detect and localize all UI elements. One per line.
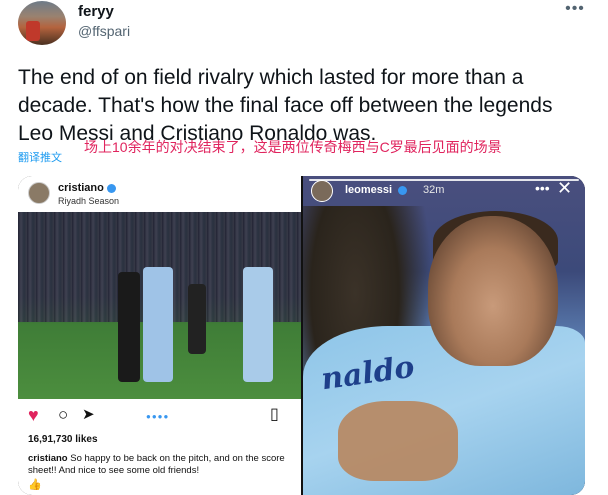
tweet-media[interactable]: cristiano Riyadh Season ♥ ○ ➤ ●●●● ▯ 16,… bbox=[18, 176, 585, 495]
close-icon[interactable]: ✕ bbox=[557, 178, 572, 199]
ig-photo bbox=[18, 212, 301, 399]
bookmark-icon[interactable]: ▯ bbox=[270, 406, 279, 424]
carousel-dots: ●●●● bbox=[146, 412, 170, 421]
heart-icon[interactable]: ♥ bbox=[28, 406, 39, 424]
story-username: leomessi bbox=[345, 184, 408, 196]
ig-avatar bbox=[28, 182, 50, 204]
ig-action-bar: ♥ ○ ➤ ●●●● ▯ bbox=[18, 404, 301, 428]
more-horizontal-icon[interactable]: ••• bbox=[564, 0, 586, 20]
hand bbox=[338, 401, 458, 481]
handle[interactable]: @ffspari bbox=[78, 23, 130, 39]
more-horizontal-icon[interactable]: ••• bbox=[535, 180, 550, 196]
player-figure bbox=[143, 267, 173, 382]
story-username-text: leomessi bbox=[345, 184, 393, 196]
comment-icon[interactable]: ○ bbox=[58, 406, 68, 424]
ig-story-screenshot[interactable]: naldo leomessi 32m ••• ✕ bbox=[303, 176, 585, 495]
verified-icon bbox=[106, 183, 116, 193]
face bbox=[428, 216, 558, 366]
ig-location: Riyadh Season bbox=[58, 196, 120, 206]
ig-username: cristiano bbox=[58, 182, 116, 194]
share-icon[interactable]: ➤ bbox=[82, 406, 95, 424]
player-figure bbox=[243, 267, 273, 382]
ig-likes: 16,91,730 likes bbox=[28, 434, 98, 445]
ig-username-text: cristiano bbox=[58, 182, 104, 194]
player-figure bbox=[118, 272, 140, 382]
avatar[interactable] bbox=[18, 1, 66, 45]
tweet-text: The end of on field rivalry which lasted… bbox=[18, 66, 553, 145]
tweet: feryy @ffspari ••• The end of on field r… bbox=[0, 0, 608, 495]
display-name[interactable]: feryy bbox=[78, 3, 114, 20]
ig-caption: cristiano So happy to be back on the pit… bbox=[28, 453, 296, 477]
story-avatar bbox=[311, 180, 333, 202]
overlay-caption: 场上10余年的对决结束了，这是两位传奇梅西与C罗最后见面的场景 bbox=[84, 139, 502, 155]
ig-post-screenshot[interactable]: cristiano Riyadh Season ♥ ○ ➤ ●●●● ▯ 16,… bbox=[18, 176, 301, 495]
ig-caption-user: cristiano bbox=[28, 453, 68, 464]
translate-link[interactable]: 翻译推文 bbox=[18, 149, 62, 165]
thumbs-up-icon: 👍 bbox=[28, 479, 42, 491]
player-figure bbox=[188, 284, 206, 354]
verified-icon bbox=[398, 185, 408, 195]
story-time: 32m bbox=[423, 184, 445, 196]
